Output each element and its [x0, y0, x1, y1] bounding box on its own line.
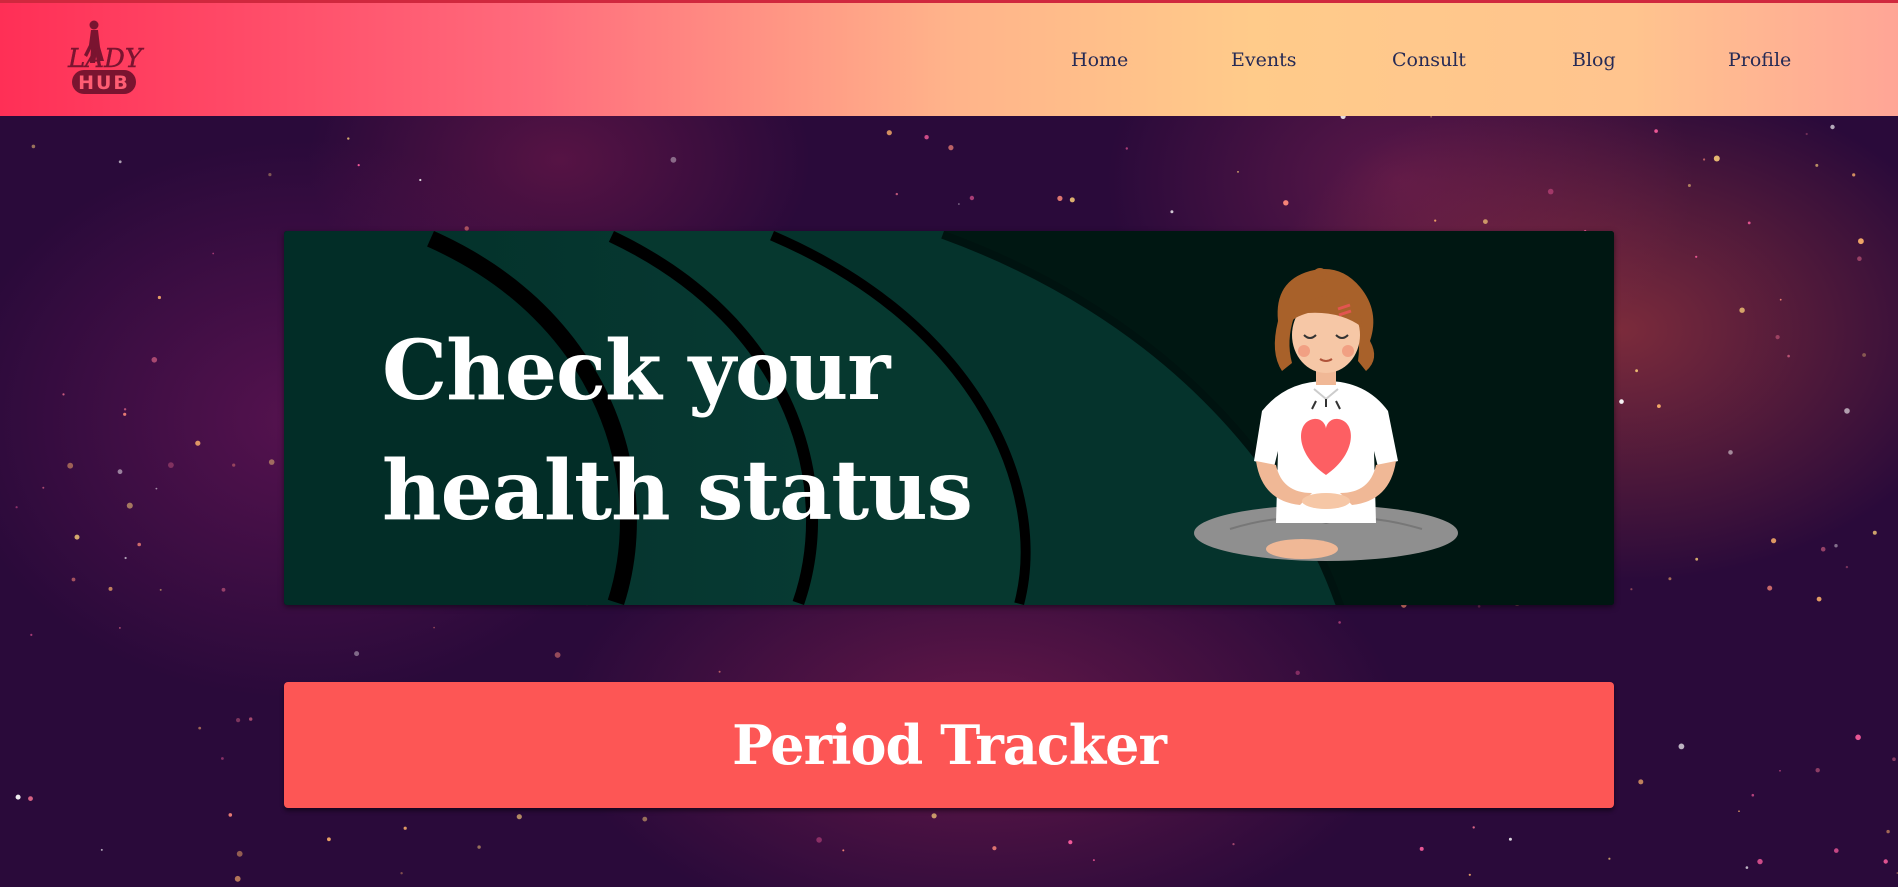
lady-hub-logo[interactable]: LADY HUB	[66, 17, 146, 101]
period-tracker-label: Period Tracker	[732, 713, 1167, 777]
logo-text-top: LADY	[67, 44, 145, 74]
nav-profile[interactable]: Profile	[1728, 49, 1791, 71]
woman-silhouette-icon: LADY HUB	[67, 20, 145, 94]
nav-blog[interactable]: Blog	[1572, 49, 1616, 71]
nav-consult[interactable]: Consult	[1392, 49, 1466, 71]
nav-home[interactable]: Home	[1071, 49, 1128, 71]
hero-title: Check your health status	[382, 323, 973, 539]
navbar: LADY HUB Home Events Consult Blog Profil…	[0, 0, 1898, 116]
nav-events[interactable]: Events	[1231, 49, 1296, 71]
health-status-banner[interactable]: Check your health status	[284, 231, 1614, 605]
meditating-woman-heart-icon	[1194, 268, 1458, 561]
period-tracker-button[interactable]: Period Tracker	[284, 682, 1614, 808]
logo-text-bottom: HUB	[78, 72, 130, 94]
